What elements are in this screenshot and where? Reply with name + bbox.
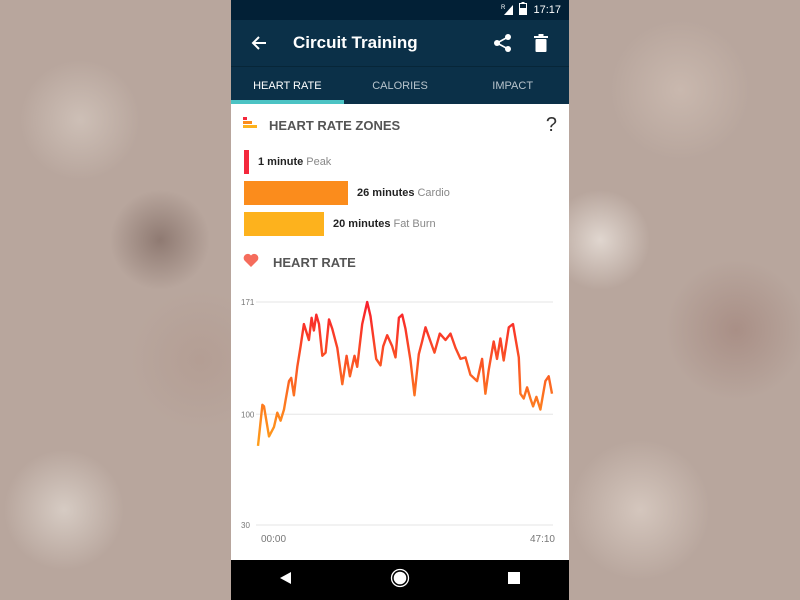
back-triangle-icon[interactable]	[279, 571, 293, 590]
y-tick-label: 30	[241, 521, 250, 530]
trash-icon[interactable]	[529, 31, 553, 55]
zone-duration: 20 minutes	[333, 217, 391, 230]
tab-calories[interactable]: CALORIES	[344, 67, 457, 104]
zone-name: Cardio	[417, 186, 450, 199]
signal-icon: R	[501, 3, 514, 18]
heart-icon	[243, 253, 259, 272]
zones-title: HEART RATE ZONES	[269, 117, 401, 133]
x-tick-label: 47:10	[530, 534, 555, 545]
zone-duration: 1 minute	[258, 155, 304, 168]
zone-peak: 1 minute Peak	[231, 146, 569, 177]
zones-list: 1 minute Peak 26 minutes Cardio 20 minutes…	[231, 146, 569, 239]
zone-cardio: 26 minutes Cardio	[231, 177, 569, 208]
app-bar: Circuit Training	[231, 20, 569, 66]
heart-rate-chart: 171 100 30 00:00 47:10	[241, 298, 555, 545]
share-icon[interactable]	[491, 31, 515, 55]
recents-square-icon[interactable]	[507, 571, 521, 590]
zones-header: HEART RATE ZONES ?	[231, 104, 569, 146]
heart-rate-header: HEART RATE	[231, 239, 569, 285]
back-arrow-icon[interactable]	[247, 31, 271, 55]
zone-duration: 26 minutes	[357, 186, 415, 199]
y-tick-label: 171	[241, 298, 255, 307]
home-circle-icon[interactable]	[390, 568, 410, 593]
svg-text:R: R	[501, 5, 506, 11]
heart-rate-title: HEART RATE	[273, 254, 356, 270]
help-button[interactable]: ?	[546, 114, 557, 137]
x-tick-label: 00:00	[261, 534, 286, 545]
tab-impact[interactable]: IMPACT	[456, 67, 569, 104]
heart-rate-line	[256, 300, 554, 447]
tab-bar: HEART RATE CALORIES IMPACT	[231, 66, 569, 104]
tab-heart-rate[interactable]: HEART RATE	[231, 67, 344, 104]
zone-bar	[244, 180, 348, 205]
zone-name: Fat Burn	[393, 217, 436, 230]
android-nav-bar	[231, 560, 569, 600]
clock: 17:17	[533, 4, 561, 16]
status-bar: R 17:17	[231, 0, 569, 20]
battery-icon	[519, 2, 528, 18]
zone-bar	[244, 149, 249, 174]
zone-name: Peak	[306, 155, 332, 168]
page-title: Circuit Training	[293, 33, 418, 52]
zone-fat-burn: 20 minutes Fat Burn	[231, 208, 569, 239]
y-tick-label: 100	[241, 410, 255, 419]
zone-bar	[244, 211, 324, 236]
zones-icon	[243, 116, 257, 134]
phone-screen: R 17:17 Circuit Training HEART RATE CALO…	[231, 0, 569, 600]
